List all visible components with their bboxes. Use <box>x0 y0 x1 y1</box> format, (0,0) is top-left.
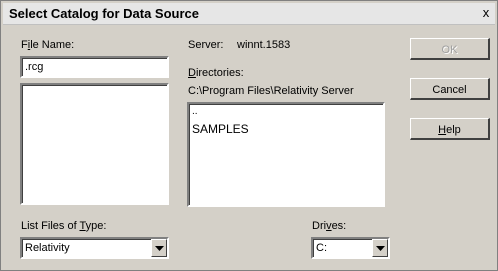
file-list[interactable] <box>20 83 169 205</box>
server-value: winnt.1583 <box>237 39 291 51</box>
ok-button[interactable]: OK <box>410 38 490 60</box>
file-type-dropdown-arrow[interactable] <box>151 239 167 257</box>
chevron-down-icon <box>155 246 164 251</box>
cancel-button[interactable]: Cancel <box>410 78 490 100</box>
drives-dropdown-arrow[interactable] <box>372 239 388 257</box>
file-name-input[interactable]: .rcg <box>20 56 169 78</box>
help-button[interactable]: Help <box>410 118 490 140</box>
dialog-title: Select Catalog for Data Source <box>9 6 199 21</box>
directories-path: C:\Program Files\Relativity Server <box>188 85 354 97</box>
file-type-label: List Files of Type: <box>21 220 107 232</box>
server-label: Server: <box>188 39 224 51</box>
file-type-value: Relativity <box>25 242 70 254</box>
drives-select[interactable]: C: <box>311 237 390 259</box>
chevron-down-icon <box>376 246 385 251</box>
directory-item-samples[interactable]: SAMPLES <box>192 122 249 136</box>
directories-label: Directories: <box>188 67 244 79</box>
title-bar: Select Catalog for Data Source x <box>3 3 495 25</box>
file-type-select[interactable]: Relativity <box>20 237 169 259</box>
directory-item-parent[interactable]: .. <box>192 107 198 117</box>
directories-list[interactable]: .. SAMPLES <box>187 102 385 207</box>
select-catalog-dialog: Select Catalog for Data Source x File Na… <box>0 0 498 271</box>
drives-value: C: <box>316 242 327 254</box>
close-icon[interactable]: x <box>479 6 493 20</box>
file-name-value: .rcg <box>25 61 44 73</box>
file-name-label: File Name: <box>21 39 75 51</box>
drives-label: Drives: <box>312 220 347 232</box>
